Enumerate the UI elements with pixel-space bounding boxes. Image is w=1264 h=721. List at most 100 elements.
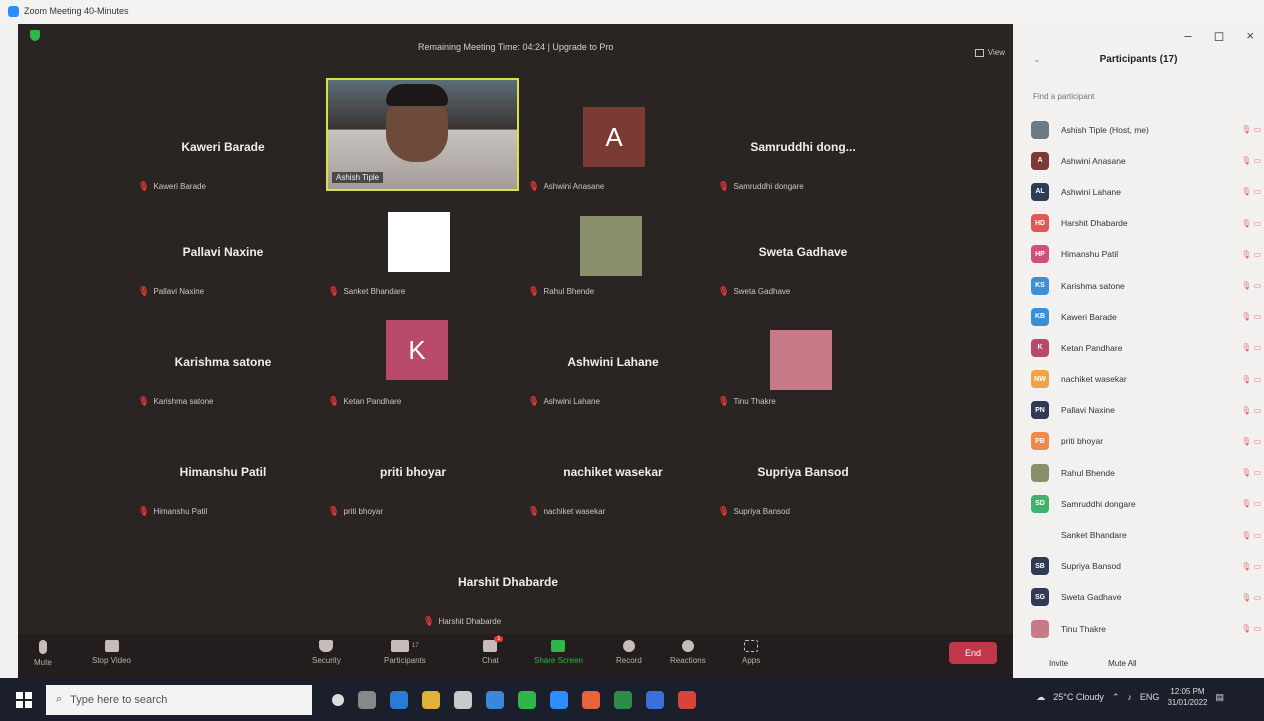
muted-status-icons: 🎙 ▭ — [1241, 312, 1261, 322]
word-icon[interactable] — [646, 690, 664, 709]
participant-row[interactable]: HD Harshit Dhabarde 🎙 ▭ — [1031, 208, 1261, 239]
edge-icon[interactable] — [390, 690, 408, 709]
remaining-time-banner[interactable]: Remaining Meeting Time: 04:24 | Upgrade … — [418, 42, 613, 52]
encryption-shield-icon[interactable] — [30, 30, 40, 41]
speaker-icon[interactable]: ♪ — [1127, 692, 1132, 702]
windows-taskbar: ⌕ Type here to search ☁ 25°C Cloudy ⌃ ♪ … — [0, 678, 1264, 721]
stop-video-control[interactable]: Stop Video — [92, 640, 131, 665]
close-button[interactable]: × — [1246, 28, 1254, 44]
clock[interactable]: 12:05 PM 31/01/2022 — [1167, 686, 1207, 708]
notifications-icon[interactable]: ▤ — [1215, 692, 1224, 703]
avatar — [1031, 526, 1049, 545]
participant-search-input[interactable] — [1033, 88, 1248, 104]
participant-tile[interactable]: Pallavi Naxine 🎙 Pallavi Naxine — [128, 209, 318, 309]
tile-display-name: nachiket wasekar — [563, 465, 663, 479]
participant-row[interactable]: Rahul Bhende 🎙 ▭ — [1031, 457, 1261, 488]
zoom-taskbar-icon[interactable] — [550, 690, 568, 709]
participant-row[interactable]: KB Kaweri Barade 🎙 ▭ — [1031, 301, 1261, 332]
windows-start-icon[interactable] — [12, 688, 36, 712]
taskbar-search[interactable]: ⌕ Type here to search — [46, 684, 312, 715]
tile-name-label: 🎙 Ashwini Anasane — [528, 181, 604, 192]
participant-row[interactable]: KS Karishma satone 🎙 ▭ — [1031, 270, 1261, 301]
participant-name: Tinu Thakre — [1061, 623, 1106, 634]
muted-status-icons: 🎙 ▭ — [1241, 405, 1261, 415]
weather-text[interactable]: 25°C Cloudy — [1053, 692, 1104, 702]
participant-tile[interactable]: Samruddhi dong... 🎙 Samruddhi dongare — [708, 104, 898, 204]
language-indicator[interactable]: ENG — [1140, 692, 1160, 702]
muted-mic-icon: 🎙 — [528, 506, 540, 516]
participant-name: Ketan Pandhare — [343, 397, 402, 406]
pdf-icon[interactable] — [678, 690, 696, 709]
apps-icon — [744, 640, 759, 652]
participant-row[interactable]: SG Sweta Gadhave 🎙 ▭ — [1031, 582, 1261, 613]
participant-row[interactable]: AL Ashwini Lahane 🎙 ▭ — [1031, 176, 1261, 207]
people-icon — [391, 640, 410, 652]
meeting-area: Remaining Meeting Time: 04:24 | Upgrade … — [18, 24, 1013, 678]
participant-row[interactable]: SD Samruddhi dongare 🎙 ▭ — [1031, 488, 1261, 519]
participants-control[interactable]: 17 Participants — [384, 640, 426, 665]
participant-row[interactable]: NW nachiket wasekar 🎙 ▭ — [1031, 364, 1261, 395]
muted-status-icons: 🎙 ▭ — [1241, 499, 1261, 509]
participant-tile[interactable]: Sweta Gadhave 🎙 Sweta Gadhave — [708, 209, 898, 309]
participant-row[interactable]: Tinu Thakre 🎙 ▭ — [1031, 613, 1261, 644]
zoom-logo-icon — [8, 5, 19, 17]
participant-row[interactable]: PB priti bhoyar 🎙 ▭ — [1031, 426, 1261, 457]
chat-control[interactable]: 1 Chat — [482, 636, 504, 665]
participant-row[interactable]: PN Pallavi Naxine 🎙 ▭ — [1031, 395, 1261, 426]
participant-tile[interactable]: Ashwini Lahane 🎙 Ashwini Lahane — [518, 319, 708, 419]
whatsapp-icon[interactable] — [518, 690, 536, 709]
participant-name: Ashish Tiple (Host, me) — [1061, 124, 1149, 135]
avatar-initial: A — [583, 107, 645, 167]
participant-row[interactable]: Sanket Bhandare 🎙 ▭ — [1031, 519, 1261, 550]
participant-tile[interactable]: Supriya Bansod 🎙 Supriya Bansod — [708, 429, 898, 529]
participant-tile[interactable]: Himanshu Patil 🎙 Himanshu Patil — [128, 429, 318, 529]
mute-all-button[interactable]: Mute All — [1108, 659, 1136, 668]
firefox-icon[interactable] — [582, 690, 600, 709]
search-icon: ⌕ — [56, 693, 63, 705]
maximize-button[interactable]: ◻ — [1214, 28, 1225, 44]
participant-tile[interactable]: Karishma satone 🎙 Karishma satone — [128, 319, 318, 419]
cortana-icon[interactable] — [332, 693, 344, 706]
file-explorer-icon[interactable] — [422, 690, 440, 709]
store-icon[interactable] — [454, 690, 472, 709]
window-title: Zoom Meeting 40-Minutes — [24, 6, 129, 16]
apps-control[interactable]: Apps — [742, 640, 760, 665]
mute-control[interactable]: Mute — [34, 640, 52, 667]
muted-mic-icon: 🎙 — [718, 396, 730, 406]
excel-icon[interactable] — [614, 690, 632, 709]
participant-tile[interactable]: Harshit Dhabarde 🎙 Harshit Dhabarde — [413, 539, 603, 639]
avatar: KB — [1031, 307, 1049, 326]
participant-row[interactable]: K Ketan Pandhare 🎙 ▭ — [1031, 332, 1261, 363]
participant-row[interactable]: HP Himanshu Patil 🎙 ▭ — [1031, 239, 1261, 270]
muted-mic-icon: 🎙 — [528, 181, 540, 191]
chevron-up-icon[interactable]: ⌃ — [1112, 692, 1120, 703]
profile-photo — [580, 216, 642, 276]
participant-row[interactable]: A Ashwini Anasane 🎙 ▭ — [1031, 145, 1261, 176]
security-control[interactable]: Security — [312, 640, 341, 665]
end-meeting-button[interactable]: End — [949, 642, 997, 664]
tile-name-label: 🎙 Sanket Bhandare — [328, 286, 405, 297]
avatar: KS — [1031, 276, 1049, 295]
task-view-icon[interactable] — [358, 690, 376, 709]
avatar: A — [1031, 151, 1049, 170]
tile-name-label: 🎙 Harshit Dhabarde — [423, 616, 501, 627]
tile-name-label: 🎙 Rahul Bhende — [528, 286, 594, 297]
participant-tile[interactable]: Kaweri Barade 🎙 Kaweri Barade — [128, 104, 318, 204]
participant-tile[interactable]: nachiket wasekar 🎙 nachiket wasekar — [518, 429, 708, 529]
minimize-button[interactable]: – — [1184, 28, 1191, 44]
participant-tile[interactable]: priti bhoyar 🎙 priti bhoyar — [318, 429, 508, 529]
microphone-icon — [38, 640, 47, 654]
view-button[interactable]: View — [974, 48, 1005, 57]
share-screen-control[interactable]: Share Screen — [534, 640, 583, 665]
active-speaker-video[interactable]: Ashish Tiple — [326, 78, 519, 191]
muted-status-icons: 🎙 ▭ — [1241, 343, 1261, 353]
participant-name: nachiket wasekar — [543, 507, 606, 516]
record-control[interactable]: Record — [616, 640, 642, 665]
invite-button[interactable]: Invite — [1049, 659, 1068, 668]
participant-row[interactable]: SB Supriya Bansod 🎙 ▭ — [1031, 551, 1261, 582]
mail-icon[interactable] — [486, 690, 504, 709]
participant-name: Samruddhi dongare — [1061, 498, 1136, 509]
tile-name-label: 🎙 Supriya Bansod — [718, 506, 790, 517]
participant-row[interactable]: Ashish Tiple (Host, me) 🎙 ▭ — [1031, 114, 1261, 145]
reactions-control[interactable]: Reactions — [670, 640, 706, 665]
